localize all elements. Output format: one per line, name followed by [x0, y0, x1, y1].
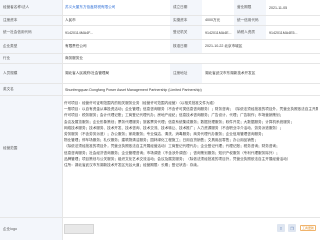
row-label: 登记机关 — [170, 26, 202, 39]
row-label: 行业 — [0, 54, 62, 63]
update-tag[interactable]: 工商更新 — [299, 225, 316, 231]
company-info-table: 经营者名称/法人 苏义大董东方佰鑫财税有限公司 成立日期 营业期限 2021-1… — [0, 0, 320, 240]
row-label: 核准日期 — [170, 40, 202, 53]
row-value — [266, 16, 320, 25]
row-label: 纳税人资质 — [234, 26, 266, 39]
scope-line: 会议及展览服务；企业形象策划；票务代理服务；旅客票务代理；信息系统集成服务；数据… — [64, 119, 294, 124]
row-value: 2021-10-22 北京市城区 — [205, 44, 243, 48]
grid-line — [62, 0, 63, 240]
row-label: 营业期限 — [234, 0, 266, 15]
row-label: 统一信用代码 — [234, 16, 266, 25]
row-value: 4000万元 — [205, 18, 221, 22]
row-label: 注册资本 — [0, 16, 62, 25]
row-label: 企业logo — [0, 218, 62, 240]
info-row-credit-code: 统一社会信用代码 91420114MA4F... 登记机关 9142011MA4… — [0, 26, 320, 40]
row-label: 统一社会信用代码 — [0, 26, 62, 39]
row-value: 人民币 — [65, 18, 76, 22]
share-icon[interactable]: ⇪ — [276, 224, 285, 232]
company-logo — [64, 224, 94, 234]
row-value: 商务服务业 — [65, 56, 83, 60]
scope-line: 许可项目：税务服务；会计代理记账；工商登记代理代办；房地产经纪；信息技术咨询服务… — [64, 113, 284, 118]
row-label: 成立日期 — [170, 0, 202, 15]
company-name-link[interactable]: 苏义大董东方佰鑫财税有限公司 — [62, 0, 170, 15]
row-label: 人员规模 — [0, 64, 62, 83]
row-label: 企业类型 — [0, 40, 62, 53]
row-value: 有限责任公司 — [65, 44, 87, 48]
scope-line: 品牌管理；项目策划与公关服务；组织文化艺术交流活动；会议及展览服务；（除依法须经… — [64, 156, 291, 161]
org-value: 湖北省人民政府/社会管理局 — [65, 71, 110, 75]
info-row-industry: 行业 商务服务业 — [0, 54, 320, 64]
scope-line: 住所：湖北省武汉市东湖新技术开发区光谷大道；经营期限：长期；登记状态：存续。 — [64, 162, 201, 167]
row-value: 9142011MA4E... — [205, 30, 232, 35]
info-row-type: 企业类型 有限责任公司 核准日期 2021-10-22 北京市城区 — [0, 40, 320, 54]
business-scope: 许可项目：经营许可证明范围内的相关服务业务（经营许可范围内经营）（以相关批准文件… — [64, 100, 318, 168]
scope-line: 信息咨询服务；社会经济咨询服务；企业管理咨询；市场调查（不含涉外调查）；咨询策划… — [64, 150, 280, 155]
footer-actions: ⇪ ❐ 工商更新 — [276, 224, 316, 232]
row-label: 实缴资本 — [170, 16, 202, 25]
address-value: 湖北省武汉市东湖新技术开发区 — [205, 71, 256, 75]
english-name: Shunfengquan Dongfang Power Asset Manage… — [65, 87, 202, 92]
info-row-name: 经营者名称/法人 苏义大董东方佰鑫财税有限公司 成立日期 营业期限 2021-1… — [0, 0, 320, 16]
info-row-english: 英文名 Shunfengquan Dongfang Power Asset Ma… — [0, 84, 320, 96]
info-row-capital: 注册资本 人民币 实缴资本 4000万元 统一信用代码 — [0, 16, 320, 26]
row-value — [202, 0, 234, 15]
row-value: 91420114MA4F... — [65, 30, 93, 35]
row-label: 经营者名称/法人 — [0, 0, 62, 15]
row-label: 英文名 — [0, 84, 62, 95]
info-row-logo: 企业logo ⇪ ❐ 工商更新 — [0, 218, 320, 240]
row-value: 9142011MA4E5... — [269, 30, 298, 35]
copy-icon[interactable]: ❐ — [287, 224, 296, 232]
row-value: 2021-11-05 — [269, 5, 288, 10]
row-label: 注册地址 — [170, 64, 202, 83]
info-row-english-name: 人员规模 湖北省人民政府/社会管理局 注册地址 湖北省武汉市东湖新技术开发区 — [0, 64, 320, 84]
row-label: 经营范围 — [0, 96, 62, 217]
